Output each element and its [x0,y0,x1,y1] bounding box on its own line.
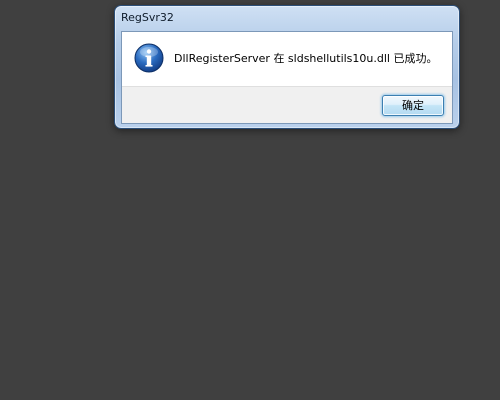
message-text: DllRegisterServer 在 sldshellutils10u.dll… [174,52,438,65]
info-icon [134,43,164,73]
ok-button[interactable]: 确定 [382,95,444,116]
message-dialog: RegSvr32 DllRegisterServer 在 sldshelluti… [114,5,460,129]
title-bar[interactable]: RegSvr32 [115,6,459,30]
window-title: RegSvr32 [121,11,174,24]
desktop-background: { "window": { "title": "RegSvr32" }, "me… [0,0,500,400]
dialog-body: DllRegisterServer 在 sldshellutils10u.dll… [121,31,453,124]
message-area: DllRegisterServer 在 sldshellutils10u.dll… [122,32,452,86]
button-bar: 确定 [122,86,452,123]
